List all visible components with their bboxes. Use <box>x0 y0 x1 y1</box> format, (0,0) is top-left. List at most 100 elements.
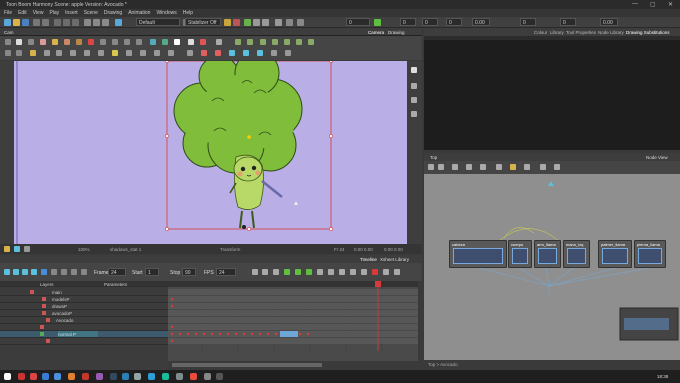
menu-animation[interactable]: Animation <box>128 10 150 16</box>
app8-icon[interactable] <box>110 373 117 380</box>
save-icon[interactable] <box>22 19 29 26</box>
app9-icon[interactable] <box>122 373 129 380</box>
footer-grid-icon[interactable] <box>14 246 20 252</box>
option-b-icon[interactable] <box>247 39 253 45</box>
pencil-tool-icon[interactable] <box>64 39 70 45</box>
app14-icon[interactable] <box>190 373 197 380</box>
jog-icon[interactable] <box>81 269 87 275</box>
undo-icon[interactable] <box>33 19 40 26</box>
playback-first-icon[interactable] <box>4 269 10 275</box>
option-d-icon[interactable] <box>272 39 278 45</box>
coord-field[interactable]: 0.00 <box>600 18 618 26</box>
line-icon[interactable] <box>253 19 260 26</box>
zoom-tool-icon[interactable] <box>174 39 180 45</box>
menu-insert[interactable]: Insert <box>65 10 78 16</box>
tab-tool-properties[interactable]: Tool Properties <box>566 30 596 35</box>
menu-edit[interactable]: Edit <box>18 10 27 16</box>
tab-colour[interactable]: Colour <box>534 30 547 35</box>
tl-record-icon[interactable] <box>372 269 378 275</box>
tab-node-library[interactable]: Node Library <box>598 30 624 35</box>
node-tool-f-icon[interactable] <box>496 164 502 170</box>
ease-icon[interactable] <box>284 269 290 275</box>
light-table-icon[interactable] <box>112 50 118 56</box>
eraser-icon[interactable] <box>233 19 240 26</box>
maximize-button[interactable]: ▢ <box>650 1 656 8</box>
menu-help[interactable]: Help <box>183 10 193 16</box>
stabilizer-select[interactable]: Stabilizer Off <box>185 18 221 26</box>
opt-m-icon[interactable] <box>257 50 263 56</box>
tl-option-b-icon[interactable] <box>328 269 334 275</box>
cut-icon[interactable] <box>54 19 61 26</box>
node-cuerpo[interactable]: cuerpo <box>508 240 532 268</box>
stop-motion-icon[interactable] <box>306 269 312 275</box>
cutter-tool-icon[interactable] <box>40 39 46 45</box>
option-c-icon[interactable] <box>260 39 266 45</box>
app10-icon[interactable] <box>134 373 141 380</box>
tab-xsheet[interactable]: Xsheet Library <box>380 257 409 262</box>
footer-safe-icon[interactable] <box>24 246 30 252</box>
app3-icon[interactable] <box>42 373 49 380</box>
open-icon[interactable] <box>13 19 20 26</box>
node-tool-b-icon[interactable] <box>438 164 444 170</box>
new-icon[interactable] <box>4 19 11 26</box>
node-tool-i-icon[interactable] <box>540 164 546 170</box>
snap-icon[interactable] <box>84 50 90 56</box>
render-icon[interactable] <box>115 19 122 26</box>
app6-icon[interactable] <box>82 373 89 380</box>
layer-row[interactable]: modelsP <box>0 296 168 303</box>
sound-icon[interactable] <box>41 269 47 275</box>
loop-icon[interactable] <box>51 269 57 275</box>
option-f-icon[interactable] <box>296 39 302 45</box>
copy-icon[interactable] <box>63 19 70 26</box>
node-tool-c-icon[interactable] <box>452 164 458 170</box>
opt-n-icon[interactable] <box>271 50 277 56</box>
node-arm-llama[interactable]: arm_llama <box>534 240 561 268</box>
mask-icon[interactable] <box>140 50 146 56</box>
line-tool-icon[interactable] <box>124 39 130 45</box>
tl-option-a-icon[interactable] <box>317 269 323 275</box>
select-tool-icon[interactable] <box>5 39 11 45</box>
contour-tool-icon[interactable] <box>28 39 34 45</box>
opt-i-icon[interactable] <box>201 50 207 56</box>
field-e[interactable]: 0 <box>560 18 576 26</box>
node-view[interactable]: cabeza cuerpo arm_llama mano_izq palmer_… <box>424 153 680 360</box>
flip-h-icon[interactable] <box>44 50 50 56</box>
app12-icon[interactable] <box>162 373 169 380</box>
camera-tab[interactable]: Cam <box>4 30 14 35</box>
text-tool-icon[interactable] <box>136 39 142 45</box>
tab-camera[interactable]: Camera <box>368 30 384 35</box>
stop-icon[interactable] <box>71 269 77 275</box>
lock-icon[interactable] <box>154 50 160 56</box>
layer-row[interactable]: avocadoP <box>0 310 168 317</box>
play-icon[interactable] <box>93 19 100 26</box>
onion-skin-icon[interactable] <box>126 50 132 56</box>
node-tool-g-icon[interactable] <box>510 164 516 170</box>
menu-play[interactable]: Play <box>49 10 59 16</box>
brush-tool-icon[interactable] <box>244 19 251 26</box>
check-icon[interactable] <box>374 19 381 26</box>
ellipse-tool-icon[interactable] <box>112 39 118 45</box>
app5-icon[interactable] <box>68 373 75 380</box>
node-mano-izq[interactable]: mano_izq <box>563 240 590 268</box>
layer-row[interactable]: Avocado <box>0 317 168 324</box>
workspace-select[interactable]: Default <box>136 18 180 26</box>
tl-option-c-icon[interactable] <box>339 269 345 275</box>
app13-icon[interactable] <box>176 373 183 380</box>
node-tool-e-icon[interactable] <box>480 164 486 170</box>
pencil-icon[interactable] <box>224 19 231 26</box>
start-icon[interactable] <box>4 373 11 380</box>
grid-icon[interactable] <box>98 50 104 56</box>
node-tool-d-icon[interactable] <box>466 164 472 170</box>
rect-tool-icon[interactable] <box>100 39 106 45</box>
tab-drawing[interactable]: Drawing <box>388 30 405 35</box>
option-e-icon[interactable] <box>284 39 290 45</box>
start-field[interactable]: 1 <box>145 268 159 276</box>
shape-icon[interactable] <box>275 19 282 26</box>
close-button[interactable]: ✕ <box>668 1 673 8</box>
node-palmer-llama[interactable]: palmer_llama <box>598 240 632 268</box>
layer-row-selected[interactable]: normal P <box>0 331 168 338</box>
remove-key-icon[interactable] <box>273 269 279 275</box>
playback-prev-icon[interactable] <box>13 269 19 275</box>
peg-icon[interactable] <box>16 50 22 56</box>
transform-tool-icon[interactable] <box>16 39 22 45</box>
